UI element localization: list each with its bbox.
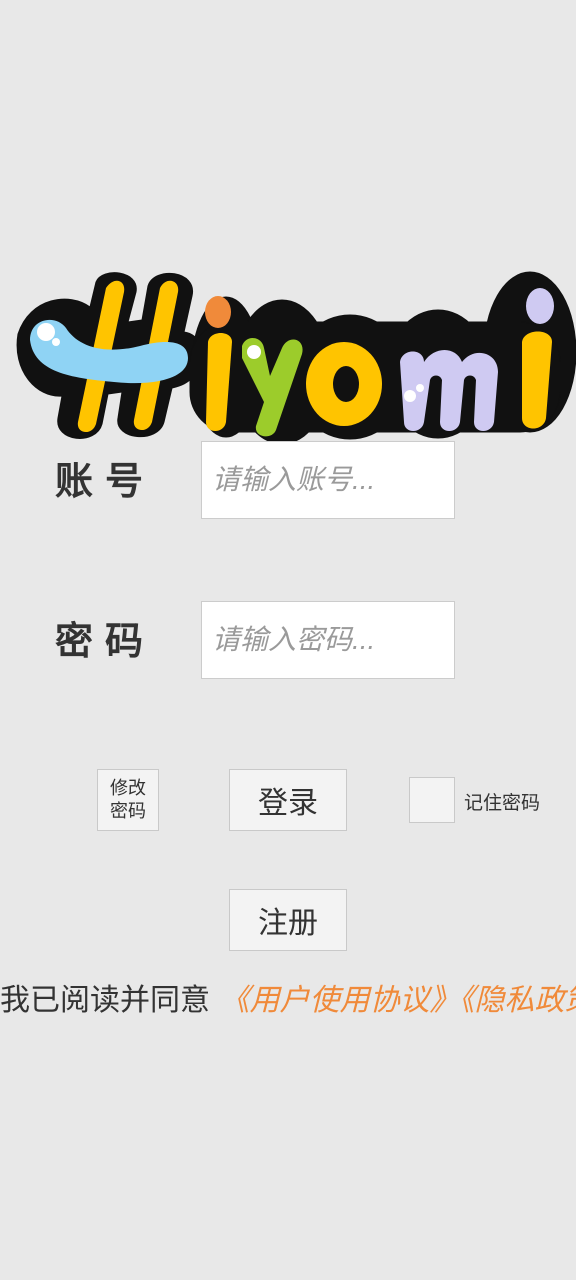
- privacy-policy-link[interactable]: 《隐私政策》: [460, 983, 576, 1018]
- register-button[interactable]: 注册: [229, 889, 347, 951]
- account-label: 账号: [55, 459, 156, 503]
- user-agreement-link[interactable]: 《用户使用协议》: [220, 983, 460, 1018]
- agreement-text: 我已阅读并同意 《用户使用协议》《隐私政策》: [0, 981, 576, 1021]
- agreement-prefix: 我已阅读并同意: [0, 983, 210, 1018]
- remember-password-checkbox[interactable]: [409, 777, 455, 823]
- remember-password-label: 记住密码: [464, 792, 541, 814]
- login-button[interactable]: 登录: [229, 769, 347, 831]
- password-label: 密码: [55, 619, 156, 663]
- change-password-button[interactable]: 修改 密码: [97, 769, 159, 831]
- account-input[interactable]: [201, 441, 455, 519]
- password-input[interactable]: [201, 601, 455, 679]
- app-logo: [16, 271, 576, 445]
